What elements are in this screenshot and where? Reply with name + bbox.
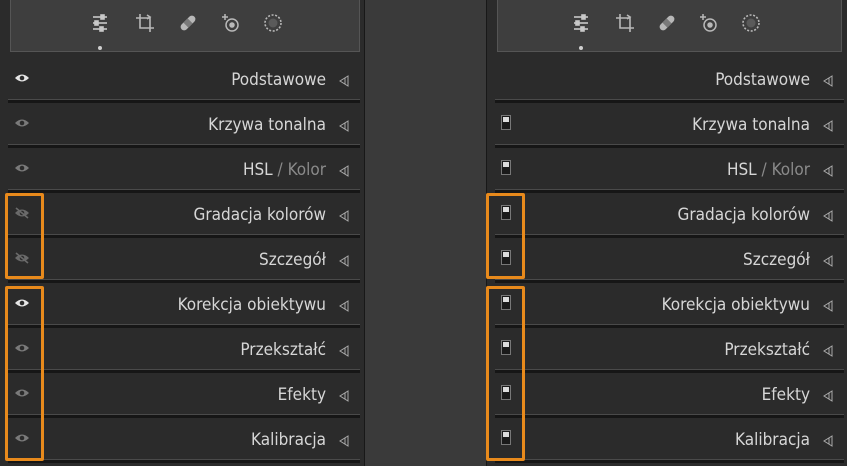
divider <box>495 459 844 463</box>
section-row[interactable]: Korekcja obiektywu <box>495 283 844 328</box>
label-kolor: Kolor <box>771 160 810 180</box>
section-label: HSL / Kolor <box>243 160 326 180</box>
highlight-box <box>5 193 44 279</box>
section-label: Kalibracja <box>735 430 810 450</box>
collapse-triangle-icon[interactable] <box>338 75 350 87</box>
label-kolor: Kolor <box>287 160 326 180</box>
bandage-icon[interactable] <box>656 12 678 34</box>
section-row[interactable]: Szczegół <box>8 238 360 283</box>
section-label: Przekształć <box>240 340 326 360</box>
tool-strip <box>497 0 842 52</box>
mask-icon[interactable] <box>740 12 762 34</box>
highlight-box <box>5 286 44 461</box>
collapse-triangle-icon[interactable] <box>338 390 350 402</box>
section-row[interactable]: Podstawowe <box>8 58 360 103</box>
panel-switch[interactable] <box>501 160 511 175</box>
left-panel: Podstawowe Krzywa tonalna HSL / Kolor Gr… <box>0 0 365 466</box>
section-label: Przekształć <box>724 340 810 360</box>
section-row[interactable]: Gradacja kolorów <box>495 193 844 238</box>
collapse-triangle-icon[interactable] <box>822 390 834 402</box>
section-label: Gradacja kolorów <box>193 205 326 225</box>
section-row[interactable]: Efekty <box>495 373 844 418</box>
section-row[interactable]: HSL / Kolor <box>495 148 844 193</box>
collapse-triangle-icon[interactable] <box>822 75 834 87</box>
active-tool-indicator <box>98 46 102 50</box>
collapse-triangle-icon[interactable] <box>822 210 834 222</box>
section-label: Krzywa tonalna <box>208 115 326 135</box>
collapse-triangle-icon[interactable] <box>822 165 834 177</box>
collapse-triangle-icon[interactable] <box>338 300 350 312</box>
collapse-triangle-icon[interactable] <box>822 255 834 267</box>
section-row[interactable]: HSL / Kolor <box>8 148 360 193</box>
label-separator: / <box>761 160 767 180</box>
label-separator: / <box>277 160 283 180</box>
collapse-triangle-icon[interactable] <box>822 435 834 447</box>
label-hsl: HSL <box>726 160 757 180</box>
mask-icon[interactable] <box>262 12 284 34</box>
collapse-triangle-icon[interactable] <box>338 435 350 447</box>
section-row[interactable]: Krzywa tonalna <box>495 103 844 148</box>
red-eye-icon[interactable] <box>220 12 242 34</box>
eye-icon[interactable] <box>14 72 30 84</box>
tool-strip <box>10 0 360 52</box>
section-row[interactable]: Kalibracja <box>495 418 844 463</box>
panel-switch[interactable] <box>501 115 511 130</box>
red-eye-icon[interactable] <box>698 12 720 34</box>
collapse-triangle-icon[interactable] <box>822 300 834 312</box>
right-panel: Podstawowe Krzywa tonalna HSL / Kolor Gr… <box>486 0 847 466</box>
section-row[interactable]: Korekcja obiektywu <box>8 283 360 328</box>
active-tool-indicator <box>579 46 583 50</box>
eye-icon[interactable] <box>14 117 30 129</box>
section-row[interactable]: Kalibracja <box>8 418 360 463</box>
section-row[interactable]: Gradacja kolorów <box>8 193 360 238</box>
bandage-icon[interactable] <box>177 12 199 34</box>
collapse-triangle-icon[interactable] <box>338 210 350 222</box>
crop-icon[interactable] <box>134 12 156 34</box>
section-label: Podstawowe <box>715 70 810 90</box>
section-label: Szczegół <box>743 250 810 270</box>
collapse-triangle-icon[interactable] <box>338 345 350 357</box>
collapse-triangle-icon[interactable] <box>338 120 350 132</box>
section-row[interactable]: Podstawowe <box>495 58 844 103</box>
sliders-icon[interactable] <box>570 12 592 34</box>
section-label: Efekty <box>277 385 326 405</box>
section-row[interactable]: Efekty <box>8 373 360 418</box>
sliders-icon[interactable] <box>89 12 111 34</box>
label-hsl: HSL <box>242 160 273 180</box>
section-label: Efekty <box>761 385 810 405</box>
crop-icon[interactable] <box>614 12 636 34</box>
section-label: Gradacja kolorów <box>677 205 810 225</box>
section-row[interactable]: Przekształć <box>8 328 360 373</box>
divider <box>8 459 360 463</box>
section-label: Korekcja obiektywu <box>661 295 810 315</box>
section-label: Krzywa tonalna <box>692 115 810 135</box>
collapse-triangle-icon[interactable] <box>338 255 350 267</box>
highlight-box <box>486 193 525 279</box>
section-label: HSL / Kolor <box>727 160 810 180</box>
section-row[interactable]: Przekształć <box>495 328 844 373</box>
collapse-triangle-icon[interactable] <box>338 165 350 177</box>
eye-icon[interactable] <box>14 162 30 174</box>
section-label: Korekcja obiektywu <box>177 295 326 315</box>
highlight-box <box>486 286 525 461</box>
section-label: Szczegół <box>259 250 326 270</box>
section-label: Kalibracja <box>251 430 326 450</box>
collapse-triangle-icon[interactable] <box>822 345 834 357</box>
section-row[interactable]: Krzywa tonalna <box>8 103 360 148</box>
collapse-triangle-icon[interactable] <box>822 120 834 132</box>
section-row[interactable]: Szczegół <box>495 238 844 283</box>
section-label: Podstawowe <box>231 70 326 90</box>
